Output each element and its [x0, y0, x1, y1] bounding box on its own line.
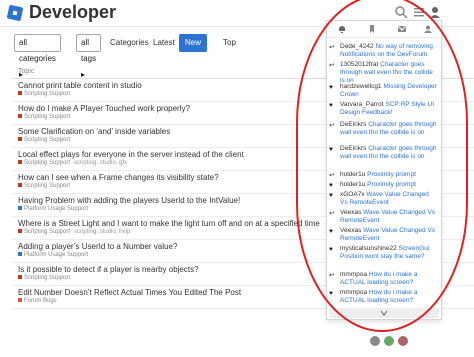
topic-title[interactable]: Some Clarification on ‘and’ inside varia… [18, 127, 170, 136]
notification-item[interactable]: ♥ xGOA7x Wave Value Changed Vs RemoteEven… [327, 191, 437, 207]
heart-icon: ♥ [329, 102, 333, 109]
show-more-button[interactable] [329, 308, 439, 318]
heart-icon: ♥ [329, 228, 333, 235]
topic-category[interactable]: Scripting Support scripting, studio, gfx [18, 160, 127, 166]
topic-tags[interactable]: scripting, studio, help [74, 229, 130, 235]
reply-icon: ↩ [329, 272, 335, 279]
topic-title[interactable]: Having Problem with adding the players U… [18, 196, 240, 205]
topic-title[interactable]: How can I see when a Frame changes its v… [18, 173, 219, 182]
nav-new[interactable]: New (90) [179, 34, 208, 65]
heart-icon: ♥ [329, 290, 333, 297]
topic-category[interactable]: Scripting Support [18, 114, 70, 120]
category-swatch [18, 206, 22, 211]
avatar[interactable] [384, 336, 394, 346]
notification-item[interactable]: ♥ holder1u Proximity prompt [327, 181, 437, 189]
category-swatch [18, 114, 22, 119]
category-swatch [18, 137, 22, 142]
user-avatar-icon[interactable] [428, 5, 442, 19]
category-swatch [18, 298, 22, 303]
heart-icon: ♥ [329, 84, 333, 91]
notification-item[interactable]: ♥ mmmpoa How do i make a ACTUAL loading s… [327, 289, 437, 305]
notification-item[interactable]: ↩ mmmpoa How do i make a ACTUAL loading s… [327, 271, 437, 287]
reply-icon: ↩ [329, 62, 335, 69]
avatar[interactable] [370, 336, 380, 346]
heart-icon: ♥ [329, 246, 333, 253]
bell-icon[interactable] [337, 24, 347, 34]
user-icon[interactable] [423, 24, 433, 34]
heart-icon: ♥ [329, 146, 333, 153]
topic-title[interactable]: Local effect plays for everyone in the s… [18, 150, 244, 159]
reply-icon: ↩ [329, 172, 335, 179]
notification-item[interactable]: ♥ Veexas Wave Value Changed Vs RemoteEven… [327, 227, 437, 243]
category-swatch [18, 160, 22, 165]
topic-category[interactable]: Platform Usage Support [18, 206, 88, 212]
notification-item[interactable]: ♥ mysticalsunshine22 ScreenGui Position w… [327, 245, 437, 261]
nav-categories[interactable]: Categories [108, 34, 151, 52]
bookmark-icon[interactable] [367, 24, 377, 34]
topic-list: Topic Cannot print table content in stud… [12, 66, 474, 309]
topic-title[interactable]: How do I make A Player Touched work prop… [18, 104, 190, 113]
avatar[interactable] [398, 336, 408, 346]
topic-title[interactable]: Edit Number Doesn’t Reflect Actual Times… [18, 288, 241, 297]
topic-category[interactable]: Scripting Support [18, 275, 70, 281]
topic-category[interactable]: Forum Bugs [18, 298, 57, 304]
notification-item[interactable]: ↩ holder1u Proximity prompt [327, 171, 437, 179]
reply-icon: ↩ [329, 122, 335, 129]
topic-category[interactable]: Scripting Support scripting, studio, help [18, 229, 130, 235]
topic-tags[interactable]: scripting, studio, gfx [74, 160, 127, 166]
topic-category[interactable]: Scripting Support [18, 183, 70, 189]
topic-title[interactable]: Cannot print table content in studio [18, 81, 142, 90]
notification-item[interactable]: ↩ DeEirikrs Character goes through wall e… [327, 121, 437, 137]
chevron-down-icon [381, 310, 387, 316]
reply-icon: ↩ [329, 210, 335, 217]
topic-category[interactable]: Scripting Support [18, 137, 70, 143]
category-swatch [18, 91, 22, 96]
notifications-panel: ↩ Dede_4242 No way of removing Notificati… [326, 20, 442, 320]
topic-title[interactable]: Adding a player’s UserId to a Number val… [18, 242, 177, 251]
notification-item[interactable]: ♥ Varvara_Parrot SCP:RP Style UI Design F… [327, 101, 437, 117]
site-title[interactable]: Developer [29, 2, 116, 23]
heart-icon: ♥ [329, 192, 333, 199]
tags-dropdown[interactable]: all tags ▸ [76, 34, 102, 79]
topic-category[interactable]: Scripting Support [18, 91, 70, 97]
hamburger-menu-icon[interactable] [412, 5, 426, 19]
notification-item[interactable]: ↩ 13052012frat Character goes through wal… [327, 61, 437, 85]
category-swatch [18, 275, 22, 280]
envelope-icon[interactable] [397, 24, 407, 34]
developer-logo-icon[interactable] [6, 4, 24, 22]
category-swatch [18, 229, 22, 234]
reply-icon: ↩ [329, 44, 335, 51]
heart-icon: ♥ [329, 182, 333, 189]
topic-category[interactable]: Platform Usage Support [18, 252, 88, 258]
notification-item[interactable]: ♥ hardzewellcg1 Missing Developer Crown [327, 83, 437, 99]
topic-title[interactable]: Is it possible to detect if a player is … [18, 265, 199, 274]
notifications-tabs [327, 21, 441, 38]
notification-item[interactable]: ↩ Veexas Wave Value Changed Vs RemoteEven… [327, 209, 437, 225]
notification-item[interactable]: ♥ DeEirikrs Character goes through wall e… [327, 145, 437, 161]
nav-latest[interactable]: Latest [151, 34, 177, 52]
category-swatch [18, 252, 22, 257]
search-icon[interactable] [394, 5, 408, 19]
categories-dropdown[interactable]: all categories ▸ [14, 34, 61, 79]
topic-title[interactable]: Where is a Street Light and I want to ma… [18, 219, 320, 228]
category-swatch [18, 183, 22, 188]
nav-top[interactable]: Top [221, 34, 238, 52]
notification-item[interactable]: ↩ Dede_4242 No way of removing Notificati… [327, 43, 437, 59]
